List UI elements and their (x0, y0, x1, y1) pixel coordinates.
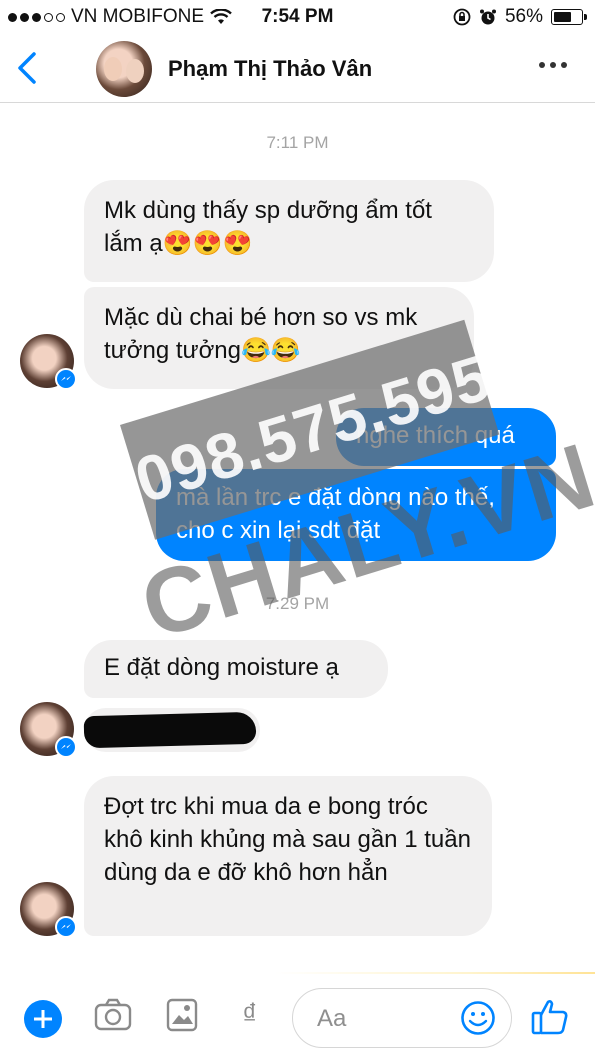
messenger-badge-icon (55, 368, 77, 390)
gallery-icon[interactable] (166, 998, 198, 1032)
payment-dong-icon[interactable]: ₫ (242, 998, 257, 1032)
messenger-badge-icon (55, 916, 77, 938)
battery-percent: 56% (504, 6, 543, 27)
sender-avatar[interactable] (20, 702, 77, 758)
timestamp: 7:11 PM (266, 133, 329, 152)
alarm-icon (479, 9, 496, 25)
redacted-message (83, 708, 260, 752)
more-options-icon[interactable] (539, 62, 567, 68)
incoming-message[interactable]: E đặt dòng moisture ạ (84, 640, 388, 698)
status-bar: VN MOBIFONE 7:54 PM 56% (0, 0, 595, 34)
incoming-message[interactable]: Đợt trc khi mua da e bong tróc khô kinh … (84, 776, 492, 936)
camera-icon[interactable] (94, 998, 132, 1032)
message-input-placeholder: Aa (317, 1005, 347, 1032)
rotation-lock-icon (453, 8, 471, 26)
incoming-message[interactable]: Mk dùng thấy sp dưỡng ẩm tốt lắm ạ😍😍😍 (84, 180, 494, 282)
thumbs-up-icon[interactable] (530, 996, 572, 1038)
sender-avatar[interactable] (20, 334, 77, 390)
messenger-badge-icon (55, 736, 77, 758)
back-chevron-icon[interactable] (12, 48, 42, 88)
conversation-header: Phạm Thị Thảo Vân (0, 34, 595, 103)
outgoing-message[interactable]: mà lần trc e đặt dòng nào thế, cho c xin… (156, 469, 556, 561)
redaction-blot (83, 711, 257, 749)
status-right: 56% (453, 6, 587, 28)
incoming-message[interactable]: Mặc dù chai bé hơn so vs mk tưởng tưởng😂… (84, 287, 474, 389)
outgoing-message[interactable]: nghe thích quá (336, 408, 556, 466)
contact-name[interactable]: Phạm Thị Thảo Vân (168, 56, 372, 82)
contact-avatar[interactable] (96, 41, 152, 97)
sender-avatar[interactable] (20, 882, 77, 938)
composer-bar: ₫ Aa (0, 974, 595, 1058)
battery-icon (551, 9, 587, 25)
emoji-icon[interactable] (460, 1000, 496, 1036)
timestamp: 7:29 PM (265, 594, 330, 613)
add-more-button[interactable] (24, 1000, 62, 1038)
